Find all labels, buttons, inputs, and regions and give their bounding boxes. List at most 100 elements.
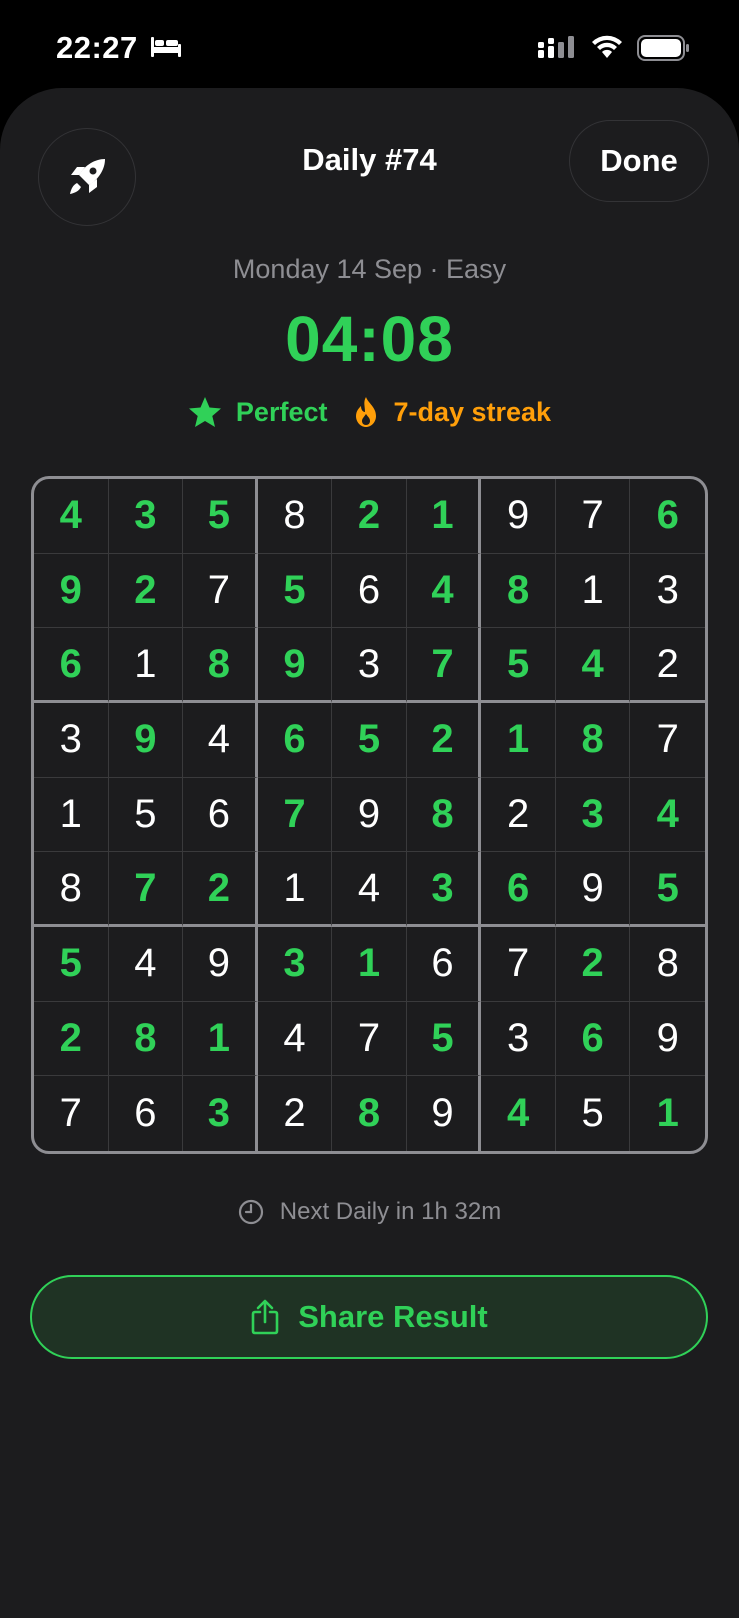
bed-icon	[151, 37, 181, 57]
star-icon	[188, 397, 221, 427]
sudoku-cell: 1	[34, 777, 109, 853]
sudoku-cell: 9	[34, 553, 109, 629]
sudoku-cell: 1	[406, 479, 482, 554]
sudoku-cell: 7	[108, 852, 184, 927]
sudoku-cell: 1	[108, 628, 184, 703]
sudoku-cell: 8	[34, 852, 109, 927]
sudoku-cell: 7	[332, 1001, 407, 1077]
sudoku-cell: 6	[406, 926, 482, 1002]
sudoku-cell: 1	[656, 1091, 679, 1136]
sudoku-cell: 4	[332, 852, 407, 927]
sudoku-cell: 8	[481, 553, 556, 629]
sudoku-cell: 4	[34, 479, 109, 554]
sudoku-cell: 4	[108, 926, 184, 1002]
sudoku-cell: 6	[183, 777, 258, 853]
sudoku-cell: 8	[555, 702, 631, 778]
streak-badge: 7-day streak	[353, 396, 551, 428]
sudoku-cell: 6	[257, 702, 333, 778]
streak-label: 7-day streak	[393, 396, 552, 427]
sudoku-cell: 3	[34, 702, 109, 778]
sudoku-cell: 4	[481, 1076, 556, 1151]
sudoku-cell: 2	[332, 479, 407, 554]
sudoku-cell: 5	[183, 479, 258, 554]
clock-icon	[238, 1199, 263, 1225]
sudoku-cell: 4	[257, 1001, 333, 1077]
sudoku-cell: 3	[183, 1076, 258, 1151]
sudoku-cell: 4	[630, 778, 705, 853]
sudoku-cell: 8	[108, 1001, 184, 1077]
battery-icon	[637, 35, 689, 61]
sudoku-cell: 9	[481, 479, 556, 554]
sudoku-cell: 7	[257, 777, 333, 853]
sudoku-cell: 2	[183, 852, 258, 927]
sudoku-cell: 2	[258, 1076, 333, 1151]
sudoku-cell: 5	[481, 628, 556, 703]
sudoku-cell: 6	[34, 628, 109, 703]
sudoku-cell: 5	[630, 852, 705, 927]
sudoku-cell: 1	[183, 1001, 258, 1077]
sudoku-cell: 2	[555, 926, 631, 1002]
sudoku-cell: 7	[555, 479, 631, 554]
sudoku-cell: 8	[630, 927, 705, 1002]
next-daily-countdown: Next Daily in 1h 32m	[0, 1198, 739, 1226]
sudoku-cell: 3	[332, 628, 407, 703]
sudoku-cell: 6	[555, 1001, 631, 1077]
share-result-button[interactable]: Share Result	[30, 1275, 708, 1359]
sudoku-cell: 6	[481, 852, 556, 927]
sudoku-cell: 3	[630, 554, 705, 629]
share-result-label: Share Result	[298, 1299, 488, 1334]
perfect-badge: Perfect	[188, 396, 328, 428]
done-button[interactable]: Done	[569, 120, 709, 202]
sudoku-cell: 5	[556, 1076, 631, 1151]
sudoku-cell: 8	[257, 479, 333, 554]
sudoku-cell: 9	[407, 1076, 482, 1151]
sudoku-cell: 5	[34, 926, 109, 1002]
sudoku-cell: 6	[630, 479, 705, 554]
sudoku-cell: 5	[257, 553, 333, 629]
sudoku-cell: 7	[183, 553, 258, 629]
sudoku-cell: 5	[332, 702, 407, 778]
sudoku-cell: 2	[406, 702, 482, 778]
sudoku-cell: 7	[406, 628, 482, 703]
sudoku-cell: 6	[109, 1076, 184, 1151]
sudoku-cell: 7	[481, 926, 556, 1002]
sudoku-cell: 9	[332, 777, 407, 853]
completion-time: 04:08	[285, 303, 454, 375]
sudoku-grid: 4358219769275648136189375423946521871567…	[31, 476, 708, 1154]
sudoku-cell: 1	[257, 852, 333, 927]
sudoku-cell: 5	[108, 777, 184, 853]
sudoku-cell: 4	[406, 553, 482, 629]
sudoku-cell: 1	[555, 553, 631, 629]
sudoku-cell: 3	[257, 926, 333, 1002]
flame-icon	[356, 397, 377, 427]
sudoku-cell: 5	[406, 1001, 482, 1077]
sudoku-cell: 3	[108, 479, 184, 554]
puzzle-date-difficulty: Monday 14 Sep · Easy	[232, 254, 507, 284]
sudoku-cell: 4	[183, 702, 258, 778]
share-icon	[251, 1299, 279, 1335]
sudoku-cell: 6	[332, 553, 407, 629]
sudoku-cell: 3	[481, 1001, 556, 1077]
perfect-label: Perfect	[235, 396, 328, 427]
sudoku-cell: 4	[555, 628, 631, 703]
status-time: 22:27	[56, 30, 138, 65]
sudoku-cell: 7	[34, 1076, 109, 1151]
sudoku-cell: 3	[406, 852, 482, 927]
sudoku-cell: 1	[481, 702, 556, 778]
sudoku-cell: 8	[183, 628, 258, 703]
next-daily-label: Next Daily in 1h 32m	[279, 1198, 502, 1225]
sudoku-cell: 1	[332, 926, 407, 1002]
sudoku-cell: 8	[406, 777, 482, 853]
wifi-icon	[592, 35, 622, 58]
sudoku-cell: 9	[108, 702, 184, 778]
sudoku-cell: 9	[630, 1002, 705, 1077]
sudoku-cell: 8	[332, 1076, 407, 1151]
sudoku-cell: 3	[555, 777, 631, 853]
sudoku-cell: 2	[34, 1001, 109, 1077]
sudoku-cell: 9	[257, 628, 333, 703]
status-bar: 22:27	[0, 0, 739, 90]
sudoku-cell: 7	[630, 703, 705, 778]
cellular-signal-icon	[538, 36, 574, 58]
sudoku-cell: 9	[555, 852, 631, 927]
sudoku-cell: 2	[630, 628, 705, 703]
